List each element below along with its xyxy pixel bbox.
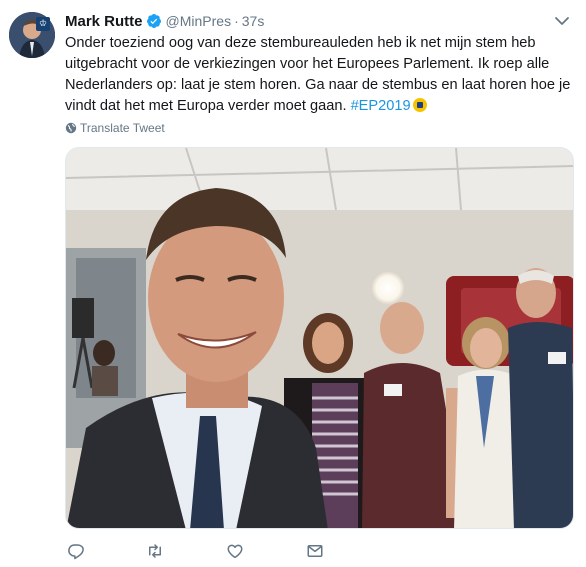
reply-icon[interactable] bbox=[67, 542, 85, 560]
tweet-actions bbox=[0, 542, 586, 562]
hashtag-link[interactable]: #EP2019 bbox=[351, 98, 411, 114]
tweet-text: Onder toeziend oog van deze stembureaule… bbox=[65, 33, 575, 117]
globe-icon bbox=[65, 122, 77, 134]
tweet-text-line: Onder toeziend oog van deze stembureaule… bbox=[65, 35, 536, 51]
tweet-photo[interactable] bbox=[65, 147, 574, 529]
ballot-box-emoji-icon bbox=[412, 98, 427, 112]
translate-label: Translate Tweet bbox=[80, 121, 165, 135]
tweet-text-line: Nederlanders op: laat je stem horen. Ga … bbox=[65, 77, 571, 93]
chevron-down-icon[interactable] bbox=[553, 14, 571, 28]
envelope-icon[interactable] bbox=[306, 542, 324, 560]
translate-tweet-link[interactable]: Translate Tweet bbox=[65, 121, 165, 135]
avatar-badge-icon: ♔ bbox=[36, 17, 50, 31]
separator-dot: · bbox=[234, 13, 239, 29]
heart-icon[interactable] bbox=[226, 542, 244, 560]
author-name[interactable]: Mark Rutte bbox=[65, 13, 143, 30]
retweet-icon[interactable] bbox=[146, 542, 164, 560]
tweet-text-line-last: vindt dat het met Europa verder moet gaa… bbox=[65, 96, 575, 117]
tweet-text-line: uitgebracht voor de verkiezingen voor he… bbox=[65, 56, 550, 72]
tweet-header: Mark Rutte @MinPres · 37s bbox=[65, 10, 264, 32]
tweet-text-line: vindt dat het met Europa verder moet gaa… bbox=[65, 98, 347, 114]
tweet-timestamp[interactable]: 37s bbox=[242, 13, 265, 29]
tweet: ♔ Mark Rutte @MinPres · 37s Onder toeziend … bbox=[0, 0, 586, 567]
author-handle[interactable]: @MinPres bbox=[166, 13, 232, 29]
